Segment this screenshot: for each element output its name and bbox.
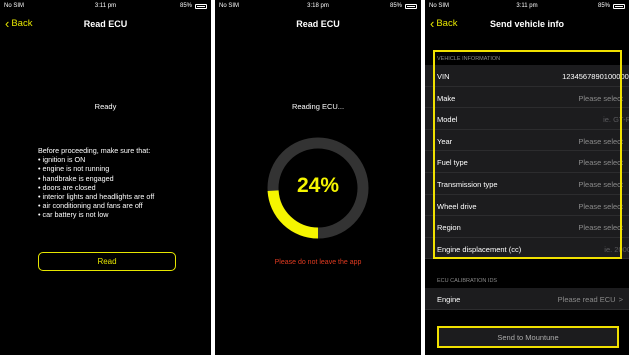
battery-percent: 85%	[389, 3, 402, 9]
nav-bar: Read ECU	[215, 13, 421, 37]
nav-bar: ‹ Back Send vehicle info	[425, 13, 629, 37]
page-title: Read ECU	[83, 19, 128, 29]
read-button[interactable]: Read	[38, 252, 176, 271]
checklist: • ignition is ON • engine is not running…	[38, 155, 154, 219]
status-bar: No SIM 3:11 pm 85%	[0, 0, 211, 12]
battery-icon	[195, 3, 207, 9]
checklist-item: • interior lights and headlights are off	[38, 192, 155, 202]
status-bar: No SIM 3:18 pm 85%	[215, 0, 421, 12]
reading-status: Reading ECU...	[291, 102, 345, 111]
status-bar: No SIM 3:11 pm 85%	[425, 0, 629, 12]
vehicle-info-highlight	[433, 50, 622, 259]
checklist-item: • doors are closed	[38, 182, 96, 192]
instructions-intro: Before proceeding, make sure that:	[38, 146, 151, 155]
ecu-id-list: Engine Please read ECU >	[425, 288, 629, 310]
warning-message: Please do not leave the app	[274, 259, 362, 266]
nav-bar: ‹ Back Read ECU	[0, 13, 211, 37]
send-to-mountune-button[interactable]: Send to Mountune	[437, 326, 619, 348]
ecu-section-header: ECU CALIBRATION IDS	[437, 278, 498, 284]
checklist-item: • engine is not running	[38, 164, 110, 174]
battery-icon	[405, 3, 417, 9]
engine-ecu-value: Please read ECU >	[558, 295, 623, 304]
battery-icon	[613, 3, 625, 9]
engine-ecu-status: Please read ECU	[557, 295, 616, 304]
battery-indicator: 85%	[180, 3, 207, 9]
battery-percent: 85%	[597, 3, 610, 9]
checklist-item: • air conditioning and fans are off	[38, 201, 143, 211]
checklist-item: • handbrake is engaged	[38, 173, 114, 183]
battery-indicator: 85%	[598, 3, 625, 9]
reading-ecu-screen: No SIM 3:18 pm 85% Read ECU Reading ECU.…	[215, 0, 421, 355]
instructions: Before proceeding, make sure that: • ign…	[38, 146, 154, 220]
read-ecu-screen: No SIM 3:11 pm 85% ‹ Back Read ECU Ready…	[0, 0, 211, 355]
ready-status: Ready	[94, 102, 117, 111]
checklist-item: • ignition is ON	[38, 155, 86, 165]
page-title: Send vehicle info	[489, 19, 565, 29]
send-vehicle-info-screen: No SIM 3:11 pm 85% ‹ Back Send vehicle i…	[425, 0, 629, 355]
engine-ecu-row[interactable]: Engine Please read ECU >	[425, 288, 629, 310]
page-title: Read ECU	[296, 19, 340, 29]
battery-percent: 85%	[179, 3, 192, 9]
battery-indicator: 85%	[390, 3, 417, 9]
checklist-item: • car battery is not low	[38, 210, 109, 220]
row-label: Engine	[437, 295, 461, 304]
chevron-right-icon: >	[618, 295, 623, 304]
progress-percent: 24%	[296, 174, 340, 197]
